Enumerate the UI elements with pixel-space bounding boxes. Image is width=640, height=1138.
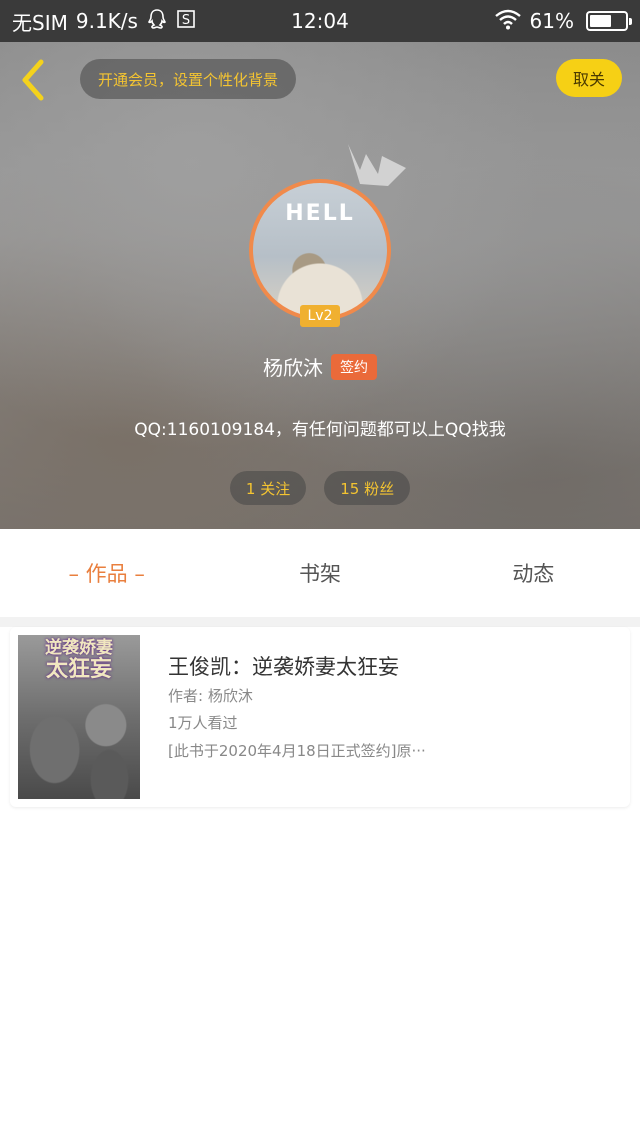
follow-count-button[interactable]: 1 关注 (229, 471, 307, 505)
wifi-icon (494, 8, 522, 35)
avatar-shirt-text: HELL (285, 201, 355, 226)
book-description: [此书于2020年4月18日正式签约]原··· (168, 742, 426, 760)
book-cover[interactable]: 逆袭娇妻 太狂妄 (18, 635, 140, 799)
svg-text:S: S (182, 13, 190, 28)
book-cover-title: 逆袭娇妻 太狂妄 (45, 638, 113, 682)
tab-works[interactable]: – 作品 – (0, 558, 213, 588)
level-badge: Lv2 (300, 305, 340, 327)
unfollow-button[interactable]: 取关 (556, 59, 622, 97)
user-bio: QQ:1160109184，有任何问题都可以上QQ找我 (134, 420, 506, 440)
battery-percent: 61% (529, 9, 574, 33)
carrier-label: 无SIM (12, 10, 68, 35)
stats-row: 1 关注 15 粉丝 (0, 471, 640, 505)
status-bar: 无SIM 9.1K/s S 12:04 61% (0, 0, 640, 42)
book-card[interactable]: 逆袭娇妻 太狂妄 王俊凯：逆袭娇妻太狂妄 作者: 杨欣沐 1万人看过 [此书于2… (10, 627, 630, 807)
book-title[interactable]: 王俊凯：逆袭娇妻太狂妄 (168, 651, 399, 681)
avatar[interactable]: HELL (249, 179, 391, 321)
fans-count-button[interactable]: 15 粉丝 (324, 471, 411, 505)
chevron-left-icon (22, 59, 44, 101)
book-views: 1万人看过 (168, 714, 238, 732)
user-name: 杨欣沐 (263, 356, 323, 380)
tab-activity[interactable]: 动态 (427, 558, 640, 588)
battery-icon (586, 11, 632, 31)
book-author: 作者: 杨欣沐 (168, 687, 253, 705)
name-row: 杨欣沐 签约 (0, 352, 640, 381)
back-button[interactable] (14, 58, 54, 102)
tab-bookshelf[interactable]: 书架 (213, 558, 426, 588)
app-s-icon: S (176, 9, 196, 34)
profile-header: 开通会员，设置个性化背景 取关 HELL Lv2 杨欣沐 签约 QQ:11601… (0, 42, 640, 529)
qq-icon (146, 8, 168, 35)
network-speed: 9.1K/s (75, 9, 138, 33)
signed-badge: 签约 (331, 353, 377, 380)
battery-level (590, 15, 611, 27)
divider (0, 617, 640, 627)
profile-tabs: – 作品 – 书架 动态 (0, 529, 640, 617)
open-membership-button[interactable]: 开通会员，设置个性化背景 (80, 59, 297, 99)
